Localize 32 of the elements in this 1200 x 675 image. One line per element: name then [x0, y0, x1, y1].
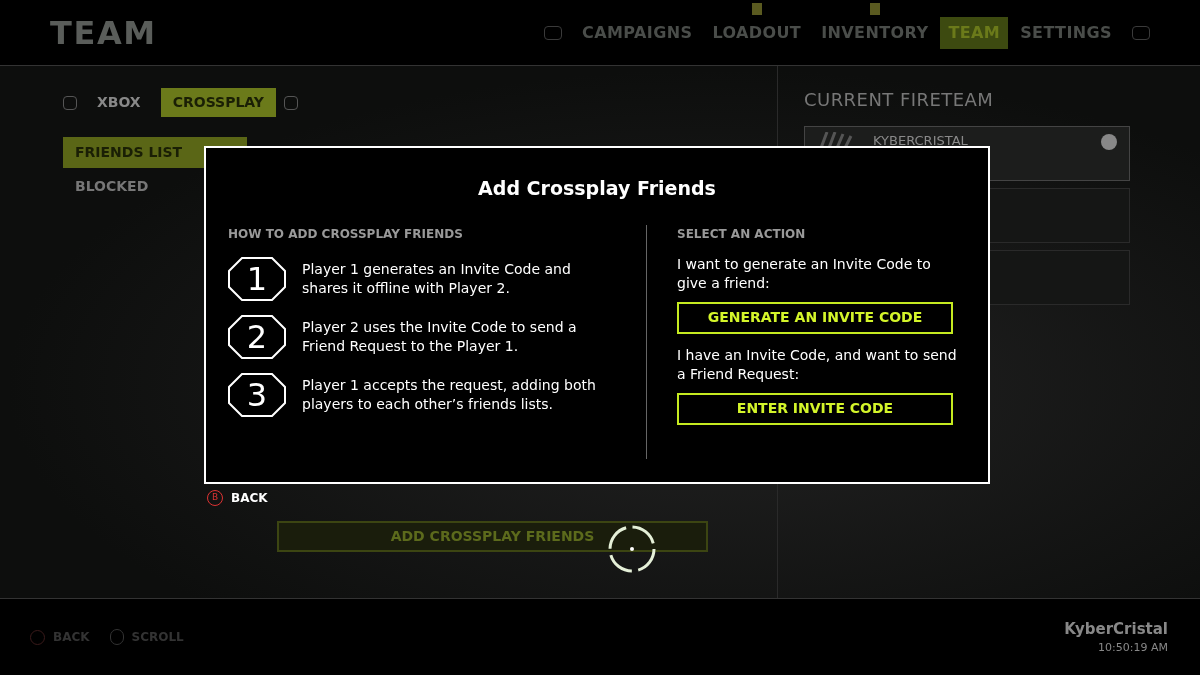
bumper-icon: [544, 25, 563, 40]
gamertag: KyberCristal: [1064, 618, 1168, 640]
section-heading: SELECT AN ACTION: [677, 225, 807, 243]
step-text: Player 1 generates an Invite Code and shares it offline with Player 2.: [302, 259, 572, 298]
fireteam-title: CURRENT FIRETEAM: [804, 88, 995, 112]
action-description: I have an Invite Code, and want to send a Friend Request:: [677, 345, 957, 384]
add-crossplay-friends-button[interactable]: ADD CROSSPLAY FRIENDS: [277, 521, 708, 552]
member-name: KYBERCRISTAL: [873, 132, 968, 150]
nav-tab[interactable]: CAMPAIGNS: [574, 16, 701, 49]
action-button[interactable]: GENERATE AN INVITE CODE: [677, 301, 953, 334]
step-number-badge: 2: [228, 314, 286, 359]
action-description: I want to generate an Invite Code to give a friend:: [677, 254, 932, 293]
dialog-title: Add Crossplay Friends: [478, 176, 716, 201]
section-heading: HOW TO ADD CROSSPLAY FRIENDS: [228, 225, 464, 243]
step-text: Player 1 accepts the request, adding both players to each other’s friends lists.: [302, 375, 597, 414]
platform-tab[interactable]: XBOX: [85, 88, 153, 117]
nav-tab[interactable]: LOADOUT: [704, 16, 810, 49]
nav-tab[interactable]: SETTINGS: [1012, 16, 1120, 49]
page-title: TEAM: [50, 12, 157, 54]
clock-time: 10:50:19 AM: [1098, 640, 1168, 656]
step-text: Player 2 uses the Invite Code to send a Friend Request to the Player 1.: [302, 317, 578, 356]
step-number-badge: 3: [228, 372, 286, 417]
trigger-icon: [63, 95, 77, 110]
side-menu-item[interactable]: BLOCKED: [63, 171, 247, 202]
trigger-icon: [284, 95, 298, 110]
cursor-reticle-icon: [606, 523, 658, 575]
back-prompt[interactable]: BACK: [231, 489, 268, 507]
step-number-badge: 1: [228, 256, 286, 301]
platform-tab[interactable]: CROSSPLAY: [160, 88, 276, 117]
action-button[interactable]: ENTER INVITE CODE: [677, 392, 953, 425]
nav-tab[interactable]: INVENTORY: [813, 16, 937, 49]
bumper-icon: [1132, 25, 1150, 40]
